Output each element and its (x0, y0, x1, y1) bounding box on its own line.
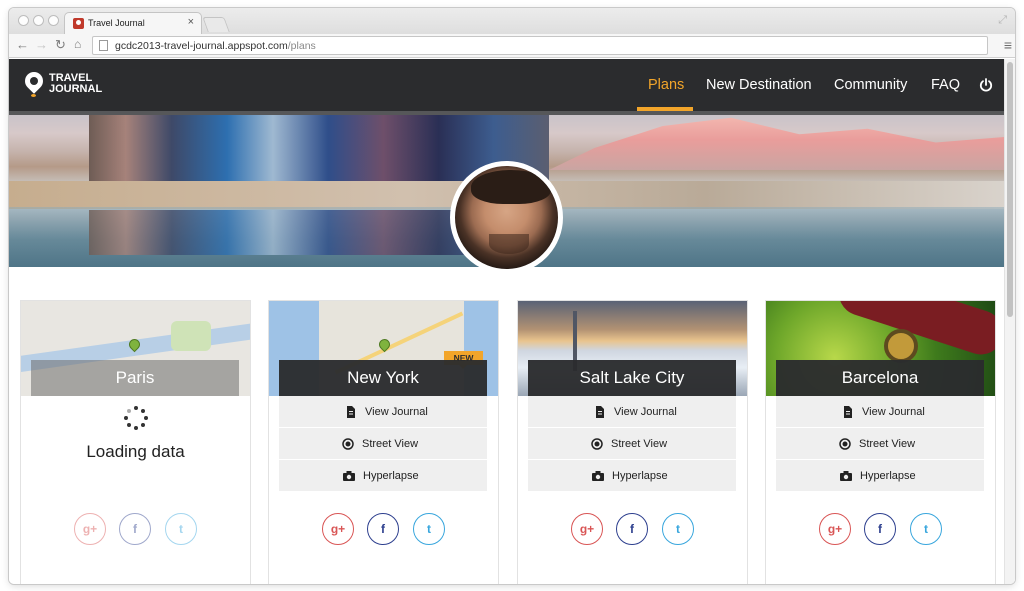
loading-text: Loading data (86, 442, 185, 461)
facebook-share-button[interactable]: f (119, 513, 151, 545)
nav-faq[interactable]: FAQ (931, 77, 960, 93)
view-journal-button[interactable]: View Journal (528, 396, 736, 428)
menu-icon[interactable]: ≡ (1004, 37, 1012, 53)
site-header: TRAVEL JOURNAL Plans New Destination Com… (9, 59, 1004, 111)
minimize-window-button[interactable] (33, 15, 44, 26)
card-paris: Paris Loading data g+ f t (20, 300, 251, 584)
page-viewport: TRAVEL JOURNAL Plans New Destination Com… (9, 59, 1015, 584)
tab-close-icon[interactable]: × (188, 16, 194, 28)
document-icon (596, 406, 604, 418)
map-pin-icon (21, 68, 47, 94)
facebook-share-button[interactable]: f (367, 513, 399, 545)
view-journal-button[interactable]: View Journal (279, 396, 487, 428)
city-title: Paris (31, 360, 239, 396)
google-plus-share-button[interactable]: g+ (74, 513, 106, 545)
travel-journal-logo[interactable]: TRAVEL JOURNAL (21, 68, 133, 101)
city-title: New York (279, 360, 487, 396)
twitter-share-button[interactable]: t (910, 513, 942, 545)
logo-accent (31, 94, 36, 97)
favicon-icon (73, 18, 84, 29)
camera-icon (840, 471, 852, 481)
twitter-share-button[interactable]: t (413, 513, 445, 545)
view-journal-button[interactable]: View Journal (776, 396, 984, 428)
street-view-button[interactable]: Street View (776, 428, 984, 460)
action-list: View Journal Street View Hyperlapse (528, 396, 736, 492)
facebook-share-button[interactable]: f (616, 513, 648, 545)
back-arrow-icon[interactable]: ← (16, 37, 29, 52)
power-icon[interactable] (979, 78, 993, 92)
scrollbar-thumb[interactable] (1007, 62, 1013, 317)
city-title: Salt Lake City (528, 360, 736, 396)
nav-community[interactable]: Community (834, 77, 907, 93)
action-list: View Journal Street View Hyperlapse (279, 396, 487, 492)
forward-arrow-icon[interactable]: → (35, 37, 48, 52)
close-window-button[interactable] (18, 15, 29, 26)
browser-toolbar: ← → ↻ ⌂ gcdc2013-travel-journal.appspot.… (9, 34, 1015, 58)
address-bar[interactable]: gcdc2013-travel-journal.appspot.com/plan… (92, 36, 988, 55)
street-view-button[interactable]: Street View (528, 428, 736, 460)
camera-icon (343, 471, 355, 481)
tab-title: Travel Journal (88, 18, 145, 28)
new-tab-button[interactable] (202, 17, 230, 32)
city-title: Barcelona (776, 360, 984, 396)
hyperlapse-button[interactable]: Hyperlapse (279, 460, 487, 492)
google-plus-share-button[interactable]: g+ (571, 513, 603, 545)
logo-text: TRAVEL JOURNAL (49, 72, 103, 95)
target-icon (342, 438, 354, 450)
twitter-share-button[interactable]: t (662, 513, 694, 545)
hyperlapse-button[interactable]: Hyperlapse (776, 460, 984, 492)
document-icon (347, 406, 355, 418)
banner-mountain (549, 117, 1004, 170)
card-barcelona: Barcelona View Journal Street View Hyper… (765, 300, 996, 584)
profile-avatar[interactable] (450, 161, 563, 274)
google-plus-share-button[interactable]: g+ (819, 513, 851, 545)
card-salt-lake-city: Salt Lake City View Journal Street View … (517, 300, 748, 584)
hyperlapse-button[interactable]: Hyperlapse (528, 460, 736, 492)
street-view-button[interactable]: Street View (279, 428, 487, 460)
browser-tab[interactable]: Travel Journal × (64, 12, 202, 34)
twitter-share-button[interactable]: t (165, 513, 197, 545)
nav-new-destination[interactable]: New Destination (706, 77, 812, 93)
page-scrollbar[interactable] (1004, 59, 1015, 584)
target-icon (839, 438, 851, 450)
action-list: View Journal Street View Hyperlapse (776, 396, 984, 492)
nav-plans[interactable]: Plans (648, 77, 684, 93)
tab-strip: Travel Journal × ⤢ (9, 8, 1015, 34)
share-buttons: g+ f t (766, 513, 995, 553)
share-buttons: g+ f t (269, 513, 498, 553)
reload-icon[interactable]: ↻ (55, 37, 66, 53)
facebook-share-button[interactable]: f (864, 513, 896, 545)
browser-window: Travel Journal × ⤢ ← → ↻ ⌂ gcdc2013-trav… (9, 8, 1015, 584)
google-plus-share-button[interactable]: g+ (322, 513, 354, 545)
document-icon (844, 406, 852, 418)
share-buttons: g+ f t (21, 513, 250, 553)
camera-icon (592, 471, 604, 481)
zoom-window-button[interactable] (48, 15, 59, 26)
spinner-icon (123, 406, 149, 432)
home-icon[interactable]: ⌂ (74, 37, 81, 51)
target-icon (591, 438, 603, 450)
share-buttons: g+ f t (518, 513, 747, 553)
page-icon (99, 40, 108, 51)
card-new-york: NEW New York View Journal Street View Hy… (268, 300, 499, 584)
fullscreen-icon[interactable]: ⤢ (998, 14, 1007, 27)
url-text: gcdc2013-travel-journal.appspot.com/plan… (115, 40, 316, 52)
